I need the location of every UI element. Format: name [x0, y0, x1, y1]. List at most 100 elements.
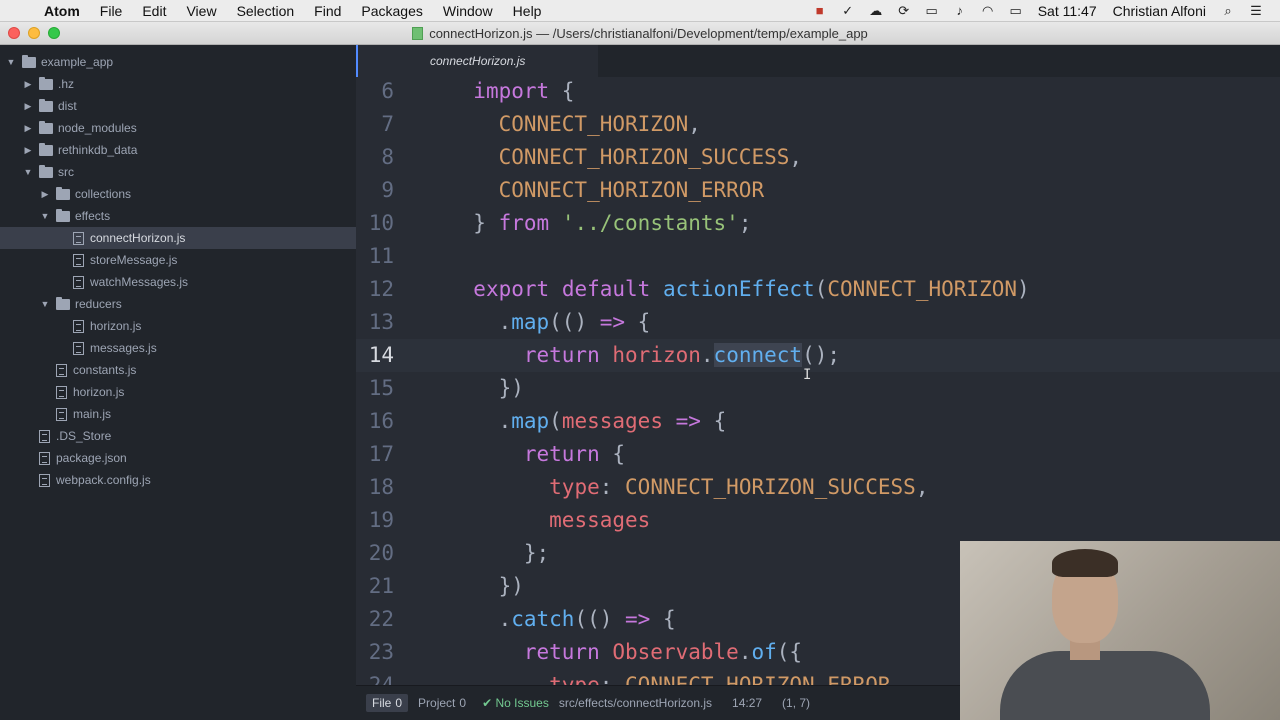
file-icon: [56, 385, 67, 399]
code-line[interactable]: 18 type: CONNECT_HORIZON_SUCCESS,: [356, 471, 1280, 504]
code-token: from: [498, 211, 550, 235]
code-token: map: [511, 310, 550, 334]
file-path[interactable]: src/effects/connectHorizon.js: [559, 696, 712, 710]
tab-connecthorizon[interactable]: connectHorizon.js: [356, 45, 598, 77]
menu-file[interactable]: File: [90, 3, 133, 19]
no-issues-status[interactable]: ✔ No Issues: [482, 696, 549, 710]
chevron-down-icon[interactable]: ▼: [38, 299, 52, 309]
code-token: };: [448, 541, 550, 565]
tree-folder[interactable]: ▶ collections: [0, 183, 356, 205]
chevron-right-icon[interactable]: ▶: [38, 189, 52, 200]
cloud-icon[interactable]: ☁: [862, 3, 890, 19]
code-line[interactable]: 11: [356, 240, 1280, 273]
check-circle-icon[interactable]: ✓: [834, 3, 862, 19]
tree-file[interactable]: main.js: [0, 403, 356, 425]
tab-label: connectHorizon.js: [430, 54, 526, 68]
webcam-overlay: [960, 541, 1280, 720]
tree-file[interactable]: messages.js: [0, 337, 356, 359]
tree-folder[interactable]: ▼ src: [0, 161, 356, 183]
code-line[interactable]: 17 return {: [356, 438, 1280, 471]
menu-app[interactable]: Atom: [40, 3, 90, 19]
code-token: .: [448, 409, 512, 433]
notification-list-icon[interactable]: ☰: [1242, 3, 1270, 19]
chevron-right-icon[interactable]: ▶: [21, 79, 35, 90]
chevron-down-icon[interactable]: ▼: [21, 167, 35, 177]
menubar-status-area: ■ ✓ ☁ ⟳ ▭ ♪ ◠ ▭ Sat 11:47 Christian Alfo…: [806, 3, 1280, 19]
window-title: connectHorizon.js — /Users/christianalfo…: [429, 25, 868, 41]
chevron-right-icon[interactable]: ▶: [21, 123, 35, 134]
tree-folder[interactable]: ▶ rethinkdb_data: [0, 139, 356, 161]
code-line[interactable]: 15 }): [356, 372, 1280, 405]
search-icon[interactable]: ⌕: [1214, 3, 1242, 19]
sync-icon[interactable]: ⟳: [890, 3, 918, 19]
tree-file[interactable]: horizon.js: [0, 315, 356, 337]
tree-folder[interactable]: ▼ effects: [0, 205, 356, 227]
tree-folder[interactable]: ▶ node_modules: [0, 117, 356, 139]
selection-count[interactable]: (1, 7): [782, 696, 810, 710]
menu-find[interactable]: Find: [304, 3, 351, 19]
line-number: 17: [368, 442, 394, 466]
line-number: 10: [368, 211, 394, 235]
tree-file[interactable]: .DS_Store: [0, 425, 356, 447]
tree-item-label: effects: [75, 209, 111, 223]
line-number: 16: [368, 409, 394, 433]
menubar: Atom File Edit View Selection Find Packa…: [0, 0, 1280, 22]
file-issues-button[interactable]: File 0: [366, 694, 409, 712]
menu-packages[interactable]: Packages: [351, 3, 432, 19]
code-token: horizon: [612, 343, 701, 367]
code-line[interactable]: 8 CONNECT_HORIZON_SUCCESS,: [356, 141, 1280, 174]
tree-folder[interactable]: ▼ example_app: [0, 51, 356, 73]
record-icon[interactable]: ■: [806, 3, 834, 18]
code-token: =>: [599, 310, 626, 334]
maximize-window-button[interactable]: [48, 27, 60, 39]
wifi-icon[interactable]: ◠: [974, 3, 1002, 19]
code-line[interactable]: 7 CONNECT_HORIZON,: [356, 108, 1280, 141]
tree-file[interactable]: watchMessages.js: [0, 271, 356, 293]
code-line[interactable]: 10 } from '../constants';: [356, 207, 1280, 240]
tree-file[interactable]: horizon.js: [0, 381, 356, 403]
minimize-window-button[interactable]: [28, 27, 40, 39]
tree-file[interactable]: package.json: [0, 447, 356, 469]
project-issues-button[interactable]: Project 0: [412, 694, 472, 712]
folder-icon: [56, 208, 70, 222]
chevron-down-icon[interactable]: ▼: [4, 57, 18, 67]
menubar-clock[interactable]: Sat 11:47: [1030, 3, 1105, 19]
chevron-right-icon[interactable]: ▶: [21, 101, 35, 112]
menu-selection[interactable]: Selection: [227, 3, 305, 19]
code-line[interactable]: 19 messages: [356, 504, 1280, 537]
code-text: CONNECT_HORIZON_ERROR: [448, 174, 765, 207]
code-line[interactable]: 6 import {: [356, 77, 1280, 108]
battery-icon[interactable]: ▭: [1002, 3, 1030, 19]
tree-folder[interactable]: ▼ reducers: [0, 293, 356, 315]
code-line[interactable]: 13 .map(() => {: [356, 306, 1280, 339]
menu-edit[interactable]: Edit: [132, 3, 176, 19]
chevron-down-icon[interactable]: ▼: [38, 211, 52, 221]
menu-view[interactable]: View: [176, 3, 226, 19]
code-token: ;: [738, 211, 752, 235]
cursor-position[interactable]: 14:27: [732, 696, 762, 710]
code-line-active[interactable]: 14 return horizon.connect();: [356, 339, 1280, 372]
airplay-icon[interactable]: ▭: [918, 3, 946, 19]
tree-file[interactable]: storeMessage.js: [0, 249, 356, 271]
code-token: connect: [713, 343, 803, 367]
tree-folder[interactable]: ▶ .hz: [0, 73, 356, 95]
line-number: 21: [368, 574, 394, 598]
menu-window[interactable]: Window: [433, 3, 503, 19]
code-line[interactable]: 9 CONNECT_HORIZON_ERROR: [356, 174, 1280, 207]
close-window-button[interactable]: [8, 27, 20, 39]
tree-file[interactable]: connectHorizon.js: [0, 227, 356, 249]
volume-icon[interactable]: ♪: [946, 3, 974, 18]
tree-folder[interactable]: ▶ dist: [0, 95, 356, 117]
file-icon: [39, 451, 50, 465]
line-number: 14: [368, 343, 394, 367]
code-token: messages: [549, 508, 651, 532]
tree-file[interactable]: constants.js: [0, 359, 356, 381]
menubar-user[interactable]: Christian Alfoni: [1105, 3, 1214, 19]
tree-file[interactable]: webpack.config.js: [0, 469, 356, 491]
chevron-right-icon[interactable]: ▶: [21, 145, 35, 156]
menu-help[interactable]: Help: [503, 3, 552, 19]
code-line[interactable]: 16 .map(messages => {: [356, 405, 1280, 438]
code-text: } from '../constants';: [448, 207, 751, 240]
code-line[interactable]: 12 export default actionEffect(CONNECT_H…: [356, 273, 1280, 306]
